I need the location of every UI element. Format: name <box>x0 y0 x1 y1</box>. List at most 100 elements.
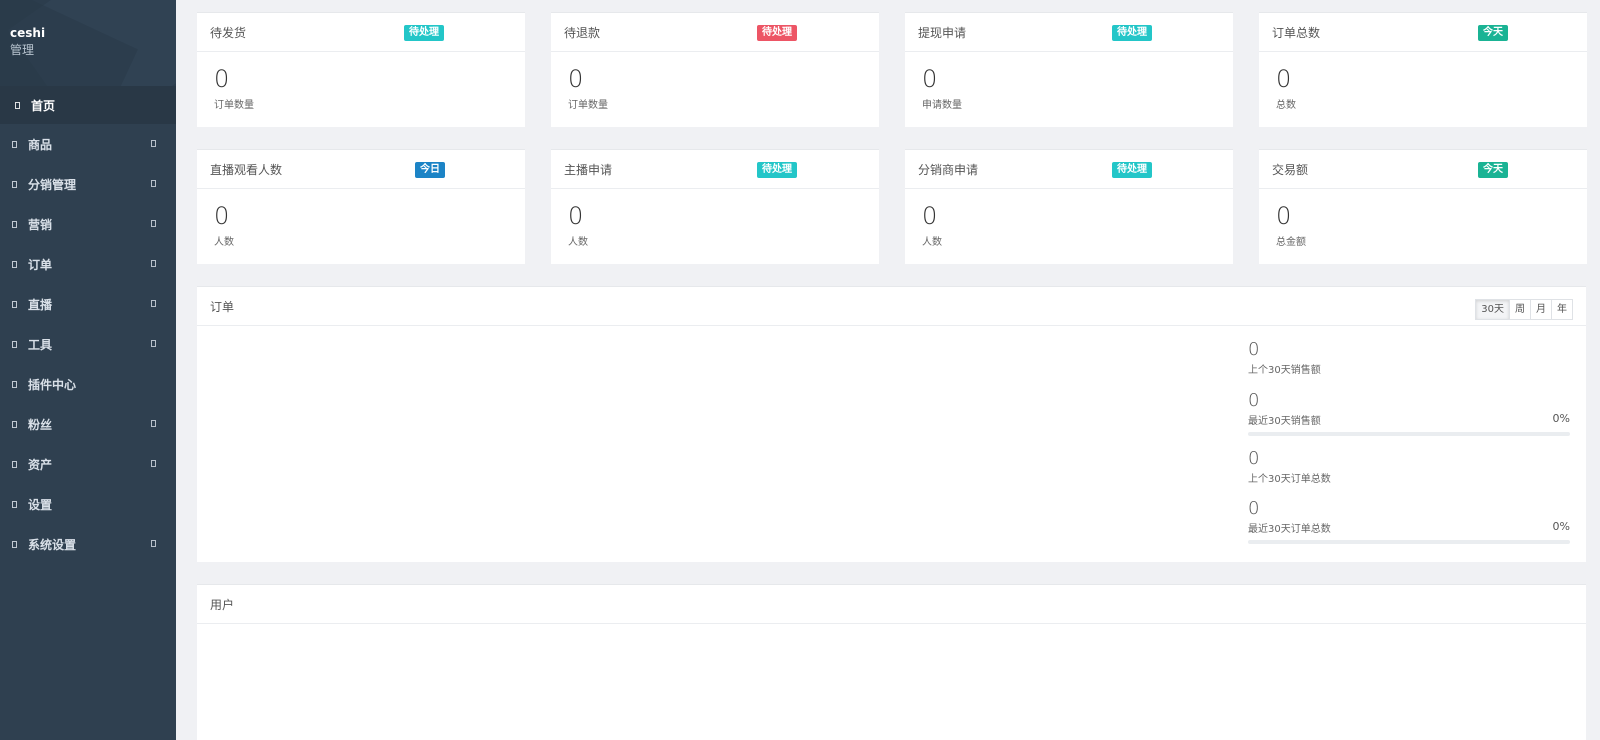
sidebar: ceshi 管理 首页商品分销管理营销订单直播工具插件中心粉丝资产设置系统设置 <box>0 0 176 740</box>
range-button[interactable]: 30天 <box>1475 299 1510 320</box>
sidebar-item-goods[interactable]: 商品 <box>0 124 176 164</box>
marketing-icon <box>12 220 17 228</box>
metric-value: 0 <box>1248 498 1260 519</box>
chevron-icon <box>151 340 156 347</box>
status-badge: 待处理 <box>757 162 797 178</box>
chevron-icon <box>151 140 156 147</box>
stat-card: 提现申请 待处理 0 申请数量 <box>905 12 1233 127</box>
chevron-icon <box>151 260 156 267</box>
distribution-icon <box>12 180 17 188</box>
assets-icon <box>12 460 17 468</box>
brand-name: ceshi <box>10 26 46 40</box>
metric-value: 0 <box>1248 390 1260 411</box>
sidebar-item-label: 粉丝 <box>28 417 53 432</box>
stat-card-subtitle: 订单数量 <box>568 100 608 111</box>
status-badge: 今天 <box>1478 162 1508 178</box>
stat-card-subtitle: 人数 <box>214 237 234 248</box>
stat-card-title: 待发货 <box>210 25 247 40</box>
stat-card: 主播申请 待处理 0 人数 <box>551 149 879 264</box>
sidebar-item-order[interactable]: 订单 <box>0 244 176 284</box>
order-metric: 0 上个30天销售额 <box>1248 339 1570 377</box>
sidebar-item-label: 商品 <box>28 137 53 152</box>
stat-card: 待发货 待处理 0 订单数量 <box>197 12 525 127</box>
stat-card-title: 分销商申请 <box>918 162 979 177</box>
live-icon <box>12 300 17 308</box>
system-icon <box>12 540 17 548</box>
status-badge: 今天 <box>1478 25 1508 41</box>
chevron-icon <box>151 180 156 187</box>
metric-label: 上个30天订单总数 <box>1248 474 1331 485</box>
stat-card-title: 提现申请 <box>918 25 967 40</box>
sidebar-item-label: 营销 <box>28 217 53 232</box>
sidebar-item-fans[interactable]: 粉丝 <box>0 404 176 444</box>
sidebar-item-label: 系统设置 <box>28 537 77 552</box>
metric-label: 最近30天销售额 <box>1248 416 1321 427</box>
brand-role: 管理 <box>10 43 35 57</box>
users-panel-title: 用户 <box>210 597 235 612</box>
sidebar-item-label: 插件中心 <box>28 377 77 392</box>
stat-card-subtitle: 总数 <box>1276 100 1296 111</box>
stat-card-value: 0 <box>922 202 938 230</box>
sidebar-item-marketing[interactable]: 营销 <box>0 204 176 244</box>
chevron-icon <box>151 540 156 547</box>
chevron-icon <box>151 300 156 307</box>
order-metric: 0 上个30天订单总数 <box>1248 448 1570 486</box>
home-icon <box>15 101 20 109</box>
sidebar-item-tools[interactable]: 工具 <box>0 324 176 364</box>
stat-card-title: 订单总数 <box>1272 25 1321 40</box>
sidebar-item-home[interactable]: 首页 <box>0 86 176 124</box>
status-badge: 待处理 <box>1112 25 1152 41</box>
stat-card-title: 主播申请 <box>564 162 613 177</box>
chevron-icon <box>151 420 156 427</box>
metric-value: 0 <box>1248 339 1260 360</box>
sidebar-item-distribution[interactable]: 分销管理 <box>0 164 176 204</box>
range-button[interactable]: 年 <box>1551 299 1573 320</box>
range-button[interactable]: 月 <box>1530 299 1552 320</box>
progress-bar <box>1248 432 1570 436</box>
sidebar-item-live[interactable]: 直播 <box>0 284 176 324</box>
chevron-icon <box>151 220 156 227</box>
sidebar-item-assets[interactable]: 资产 <box>0 444 176 484</box>
users-panel: 用户 <box>197 584 1586 740</box>
brand-header: ceshi 管理 <box>0 0 176 86</box>
stat-card-value: 0 <box>214 65 230 93</box>
tools-icon <box>12 340 17 348</box>
stat-card-value: 0 <box>922 65 938 93</box>
sidebar-item-label: 订单 <box>28 257 53 272</box>
stat-card-value: 0 <box>568 65 584 93</box>
stat-card-subtitle: 申请数量 <box>922 100 962 111</box>
range-button[interactable]: 周 <box>1509 299 1531 320</box>
stat-card: 待退款 待处理 0 订单数量 <box>551 12 879 127</box>
stat-card: 直播观看人数 今日 0 人数 <box>197 149 525 264</box>
sidebar-item-label: 首页 <box>31 98 56 113</box>
goods-icon <box>12 140 17 148</box>
metric-label: 最近30天订单总数 <box>1248 524 1331 535</box>
stat-card: 交易额 今天 0 总金额 <box>1259 149 1587 264</box>
status-badge: 待处理 <box>757 25 797 41</box>
sidebar-item-system[interactable]: 系统设置 <box>0 524 176 564</box>
sidebar-item-label: 分销管理 <box>28 177 77 192</box>
metric-percent: 0% <box>1552 412 1570 425</box>
stat-card-value: 0 <box>1276 65 1292 93</box>
metric-value: 0 <box>1248 448 1260 469</box>
range-selector: 30天周月年 <box>1475 299 1573 320</box>
stat-card-title: 直播观看人数 <box>210 162 283 177</box>
sidebar-item-label: 工具 <box>28 337 53 352</box>
status-badge: 今日 <box>415 162 445 178</box>
sidebar-item-label: 资产 <box>28 457 53 472</box>
stat-card: 订单总数 今天 0 总数 <box>1259 12 1587 127</box>
stat-card-subtitle: 订单数量 <box>214 100 254 111</box>
stat-card-value: 0 <box>568 202 584 230</box>
orders-panel-title: 订单 <box>210 299 235 314</box>
metric-label: 上个30天销售额 <box>1248 365 1321 376</box>
progress-bar <box>1248 540 1570 544</box>
settings-icon <box>12 500 17 508</box>
stat-card: 分销商申请 待处理 0 人数 <box>905 149 1233 264</box>
sidebar-item-settings[interactable]: 设置 <box>0 484 176 524</box>
stat-card-title: 待退款 <box>564 25 601 40</box>
stat-card-subtitle: 人数 <box>568 237 588 248</box>
stat-card-title: 交易额 <box>1272 162 1309 177</box>
fans-icon <box>12 420 17 428</box>
sidebar-item-plugin[interactable]: 插件中心 <box>0 364 176 404</box>
metric-percent: 0% <box>1552 520 1570 533</box>
